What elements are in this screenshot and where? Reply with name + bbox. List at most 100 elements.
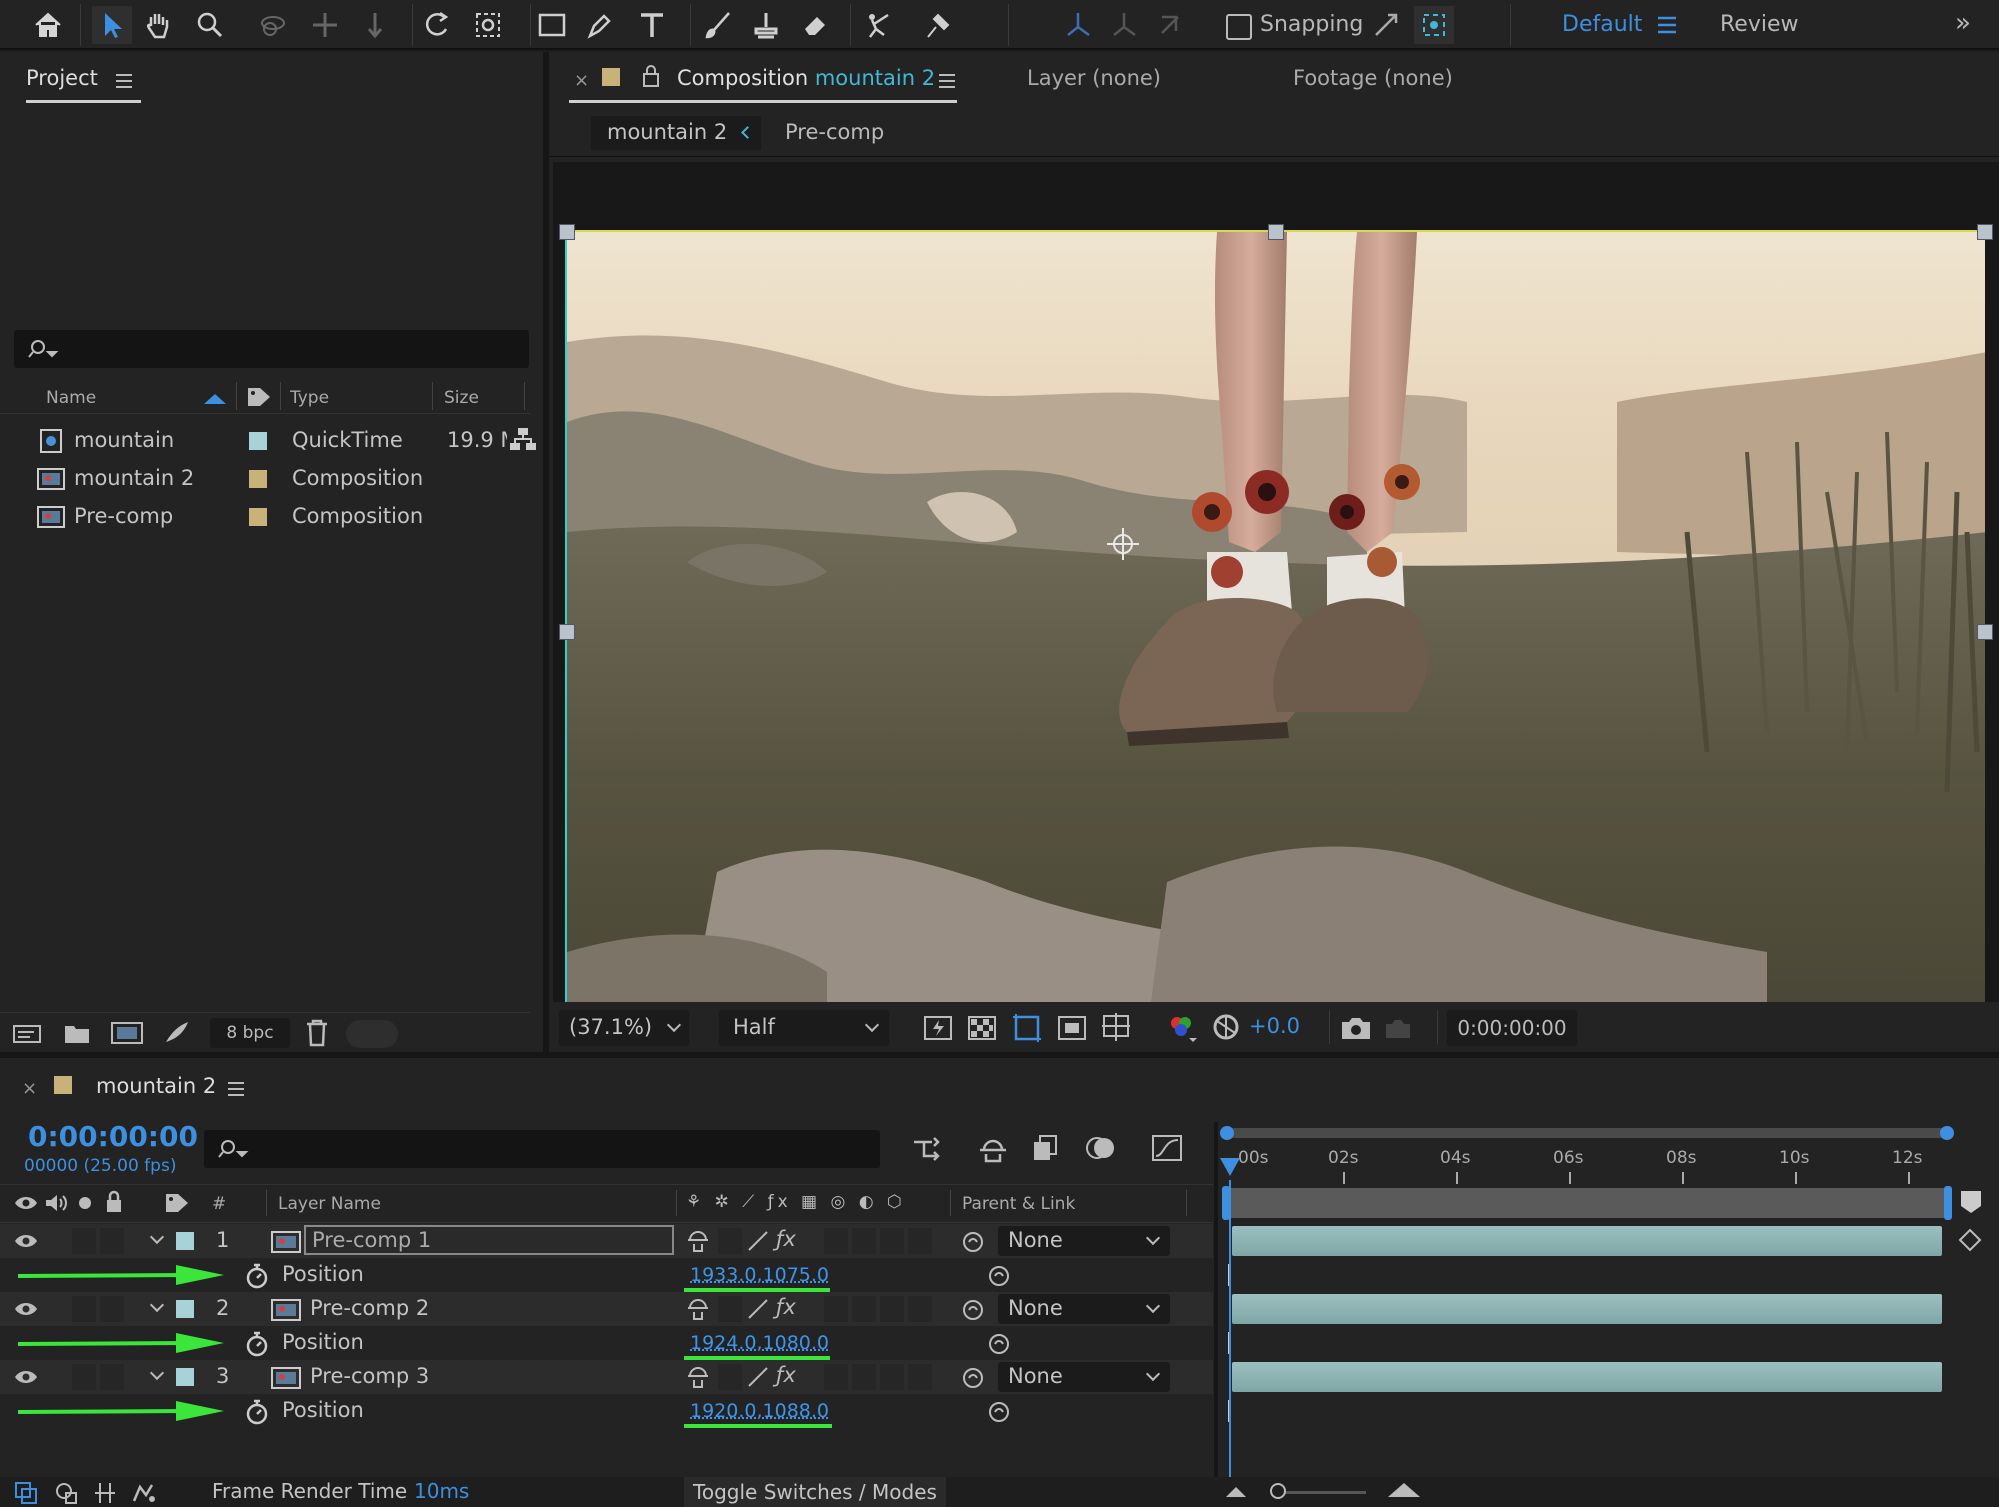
comp-tab-prefix[interactable]: Composition [677,66,808,90]
transform-handle[interactable] [559,224,575,240]
hand-tool-icon[interactable] [138,6,178,44]
layer-label-swatch[interactable] [176,1368,194,1386]
workspace-review[interactable]: Review [1720,12,1799,37]
property-pick-whip-icon[interactable] [986,1331,1012,1357]
collapse-transform-icon[interactable] [686,1366,710,1388]
parent-dropdown[interactable]: None [998,1294,1170,1324]
effects-switch-icon[interactable]: ƒx [776,1227,796,1251]
work-area-end[interactable] [1944,1186,1952,1220]
type-tool-icon[interactable] [632,6,672,44]
project-item[interactable]: mountain 2 Composition [0,460,510,498]
sort-ascending-icon[interactable] [204,394,226,404]
project-item[interactable]: mountain QuickTime 19.9 M [0,422,510,460]
current-time-display[interactable]: 0:00:00:00 [1447,1010,1577,1046]
expand-chevron-icon[interactable] [149,1297,165,1313]
snapping-checkbox[interactable] [1226,14,1252,40]
motion-blur-icon[interactable] [1084,1132,1118,1164]
column-name[interactable]: Name [46,388,96,408]
bit-depth-button[interactable]: 8 bpc [210,1018,290,1048]
navigator-start-handle[interactable] [1220,1126,1234,1140]
view-axis-mode-icon[interactable] [1150,6,1190,44]
zoom-out-icon[interactable] [1226,1487,1246,1497]
layer-name-field[interactable]: Pre-comp 1 [304,1225,674,1255]
effects-switch-icon[interactable]: ƒx [776,1363,796,1387]
pick-whip-icon[interactable] [960,1365,986,1391]
show-snapshot-icon[interactable] [1383,1014,1413,1042]
zoom-slider-thumb[interactable] [1270,1483,1286,1499]
effects-switch-icon[interactable]: ƒx [776,1295,796,1319]
graph-editor-icon[interactable] [1150,1132,1184,1164]
column-size[interactable]: Size [444,388,479,408]
project-item[interactable]: Pre-comp Composition [0,498,510,536]
pick-whip-icon[interactable] [960,1229,986,1255]
snap-option-icon[interactable] [1366,6,1406,44]
breadcrumb-active[interactable]: mountain 2 [607,120,727,144]
transform-handle[interactable] [1977,624,1993,640]
column-parent-link[interactable]: Parent & Link [962,1194,1075,1214]
quality-switch-icon[interactable] [746,1366,770,1388]
column-layer-name[interactable]: Layer Name [278,1194,381,1214]
workspace-menu-icon[interactable] [1656,14,1678,40]
anchor-point-tool-icon[interactable] [468,6,508,44]
rectangle-tool-icon[interactable] [532,6,572,44]
footage-tab[interactable]: Footage (none) [1293,66,1453,90]
layer-row[interactable]: 1 Pre-comp 1 ƒx None [0,1224,1213,1258]
eye-icon[interactable] [14,1232,38,1250]
timeline-menu-icon[interactable] [226,1080,246,1098]
comp-button-icon[interactable] [1958,1188,1984,1216]
region-of-interest-icon[interactable] [1057,1014,1087,1042]
label-swatch[interactable] [249,432,267,450]
layer-label-swatch[interactable] [176,1232,194,1250]
collapse-transform-icon[interactable] [686,1298,710,1320]
keyframe-nav-icon[interactable] [1956,1226,1986,1254]
timeline-search-input[interactable] [204,1130,880,1168]
position-value[interactable]: 1933.0,1075.0 [690,1264,829,1286]
breadcrumb-next[interactable]: Pre-comp [785,120,884,144]
quality-switch-icon[interactable] [746,1230,770,1252]
world-axis-mode-icon[interactable] [1104,6,1144,44]
zoom-slider-track[interactable] [1276,1491,1366,1494]
stopwatch-icon[interactable] [244,1263,270,1289]
roto-brush-tool-icon[interactable] [858,6,898,44]
color-channels-icon[interactable] [1165,1012,1199,1044]
comp-mini-flowchart-icon[interactable] [912,1134,946,1164]
timeline-tab-name[interactable]: mountain 2 [96,1074,216,1098]
layer-duration-bar[interactable] [1232,1362,1942,1392]
composition-frame[interactable] [565,230,1985,1030]
transform-handle[interactable] [1268,224,1284,240]
project-menu-icon[interactable] [114,72,134,94]
workspace-default[interactable]: Default [1562,12,1642,37]
flowchart-icon[interactable] [508,426,538,452]
property-pick-whip-icon[interactable] [986,1399,1012,1425]
stopwatch-icon[interactable] [244,1331,270,1357]
fast-previews-icon[interactable] [923,1014,953,1042]
parent-dropdown[interactable]: None [998,1226,1170,1256]
more-workspaces-icon[interactable]: » [1955,8,1971,38]
solo-toggle[interactable] [72,1228,96,1254]
new-folder-icon[interactable] [62,1020,92,1046]
magnification-dropdown[interactable]: (37.1%) [559,1010,689,1046]
viewer-canvas[interactable] [553,162,1999,1040]
label-swatch[interactable] [249,470,267,488]
collapse-transform-icon[interactable] [686,1230,710,1252]
current-time[interactable]: 0:00:00:00 [28,1120,198,1153]
playhead-line[interactable] [1229,1180,1231,1477]
position-value[interactable]: 1924.0,1080.0 [690,1332,829,1354]
interpret-footage-icon[interactable] [12,1020,44,1046]
layer-name[interactable]: Pre-comp 2 [310,1296,429,1320]
transform-handle[interactable] [1977,224,1993,240]
clone-stamp-tool-icon[interactable] [746,6,786,44]
zoom-in-icon[interactable] [1388,1483,1420,1497]
snapshot-camera-icon[interactable] [1339,1014,1373,1042]
resolution-dropdown[interactable]: Half [719,1010,889,1046]
property-pick-whip-icon[interactable] [986,1263,1012,1289]
layer-name[interactable]: Pre-comp 3 [310,1364,429,1388]
parent-dropdown[interactable]: None [998,1362,1170,1392]
frame-blending-icon[interactable] [1030,1132,1064,1164]
orbit-camera-icon[interactable] [253,6,293,44]
pick-whip-icon[interactable] [960,1297,986,1323]
project-search-input[interactable] [14,330,529,368]
new-composition-icon[interactable] [110,1020,144,1046]
rotate-tool-icon[interactable] [418,6,458,44]
layer-label-swatch[interactable] [176,1300,194,1318]
